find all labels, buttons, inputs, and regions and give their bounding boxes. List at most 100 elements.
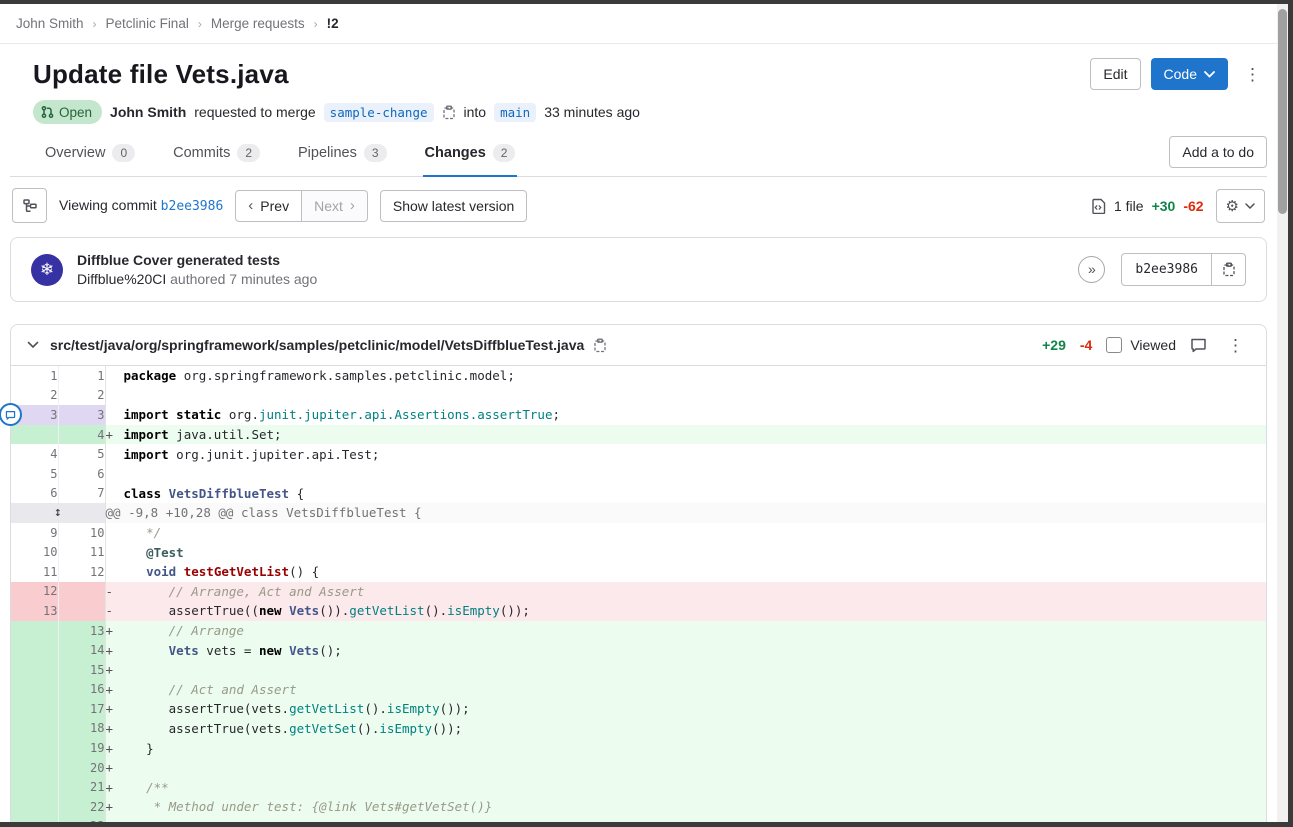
collapse-commit-button[interactable]: » — [1078, 256, 1105, 283]
old-line-number[interactable]: 3 — [11, 405, 58, 425]
diff-row: 6 7 class VetsDiffblueTest { — [11, 484, 1266, 504]
tab-label: Commits — [173, 145, 230, 161]
new-line-number[interactable]: 13 — [58, 621, 105, 641]
old-line-number[interactable] — [11, 758, 58, 778]
code-line: + // Act and Assert — [105, 680, 1266, 700]
old-line-number[interactable] — [11, 738, 58, 758]
commit-sha: b2ee3986 — [1121, 253, 1212, 286]
new-line-number[interactable]: 20 — [58, 758, 105, 778]
copy-branch-icon[interactable] — [442, 105, 456, 120]
breadcrumb-item[interactable]: !2 — [327, 16, 339, 31]
new-line-number[interactable]: 14 — [58, 640, 105, 660]
tab-overview[interactable]: Overview 0 — [43, 130, 137, 177]
tab-commits[interactable]: Commits 2 — [171, 130, 262, 177]
old-line-number[interactable]: 5 — [11, 464, 58, 484]
new-line-number[interactable]: 4 — [58, 425, 105, 445]
new-line-number[interactable]: 19 — [58, 738, 105, 758]
new-line-number[interactable]: 15 — [58, 660, 105, 680]
diff-settings-button[interactable]: ⚙ — [1216, 189, 1265, 223]
new-line-number[interactable] — [58, 601, 105, 621]
add-todo-button[interactable]: Add a to do — [1169, 136, 1267, 168]
old-line-number[interactable]: 10 — [11, 542, 58, 562]
code-button[interactable]: Code — [1151, 58, 1228, 90]
mr-author[interactable]: John Smith — [110, 104, 186, 120]
new-line-number[interactable]: 22 — [58, 797, 105, 817]
status-badge: Open — [33, 100, 102, 124]
copy-commit-sha-button[interactable] — [1212, 253, 1246, 286]
expand-lines-button[interactable]: ↕ — [11, 503, 105, 523]
old-line-number[interactable]: 1 — [11, 366, 58, 386]
new-line-number[interactable]: 12 — [58, 562, 105, 582]
collapse-file-button[interactable] — [25, 339, 41, 351]
code-line: + /** — [105, 777, 1266, 797]
more-actions-kebab-icon[interactable]: ⋮ — [1238, 62, 1267, 87]
code-line: */ — [105, 523, 1266, 543]
copy-icon — [593, 338, 607, 353]
file-tree-toggle-button[interactable] — [12, 188, 47, 223]
diff-row: 11 12 void testGetVetList() { — [11, 562, 1266, 582]
show-latest-version-button[interactable]: Show latest version — [380, 190, 527, 222]
new-line-number[interactable]: 11 — [58, 542, 105, 562]
code-line: + Vets vets = new Vets(); — [105, 640, 1266, 660]
breadcrumb-item[interactable]: Merge requests — [211, 16, 305, 31]
line-comment-button[interactable] — [0, 403, 22, 426]
file-path[interactable]: src/test/java/org/springframework/sample… — [50, 337, 584, 353]
old-line-number[interactable]: 12 — [11, 582, 58, 602]
new-line-number[interactable]: 6 — [58, 464, 105, 484]
old-line-number[interactable]: 13 — [11, 601, 58, 621]
commit-author[interactable]: Diffblue%20CI — [77, 271, 166, 287]
old-line-number[interactable] — [11, 777, 58, 797]
new-line-number[interactable]: 18 — [58, 719, 105, 739]
new-line-number[interactable]: 2 — [58, 386, 105, 406]
commit-title[interactable]: Diffblue Cover generated tests — [77, 252, 317, 268]
scrollbar[interactable] — [1277, 4, 1288, 822]
old-line-number[interactable]: 4 — [11, 444, 58, 464]
new-line-number[interactable]: 10 — [58, 523, 105, 543]
new-line-number[interactable]: 7 — [58, 484, 105, 504]
source-branch-chip[interactable]: sample-change — [324, 103, 434, 122]
old-line-number[interactable]: 9 — [11, 523, 58, 543]
viewing-commit-label: Viewing commit — [59, 197, 157, 213]
new-line-number[interactable]: 17 — [58, 699, 105, 719]
breadcrumb-item[interactable]: Petclinic Final — [106, 16, 189, 31]
old-line-number[interactable] — [11, 680, 58, 700]
edit-button[interactable]: Edit — [1090, 58, 1140, 90]
viewed-toggle[interactable]: Viewed — [1106, 337, 1176, 353]
next-commit-button[interactable]: Next› — [302, 190, 368, 222]
new-line-number[interactable]: 3 — [58, 405, 105, 425]
file-options-kebab-icon[interactable]: ⋮ — [1221, 333, 1250, 358]
tab-pipelines[interactable]: Pipelines 3 — [296, 130, 389, 177]
file-comment-button[interactable] — [1190, 337, 1207, 353]
tab-count-badge: 2 — [493, 144, 516, 162]
new-line-number[interactable] — [58, 582, 105, 602]
new-line-number[interactable]: 21 — [58, 777, 105, 797]
old-line-number[interactable]: 11 — [11, 562, 58, 582]
old-line-number[interactable] — [11, 425, 58, 445]
scrollbar-thumb[interactable] — [1278, 9, 1287, 214]
viewing-commit-sha-link[interactable]: b2ee3986 — [161, 199, 224, 214]
old-line-number[interactable]: 2 — [11, 386, 58, 406]
old-line-number[interactable] — [11, 660, 58, 680]
copy-file-path-button[interactable] — [593, 338, 607, 353]
viewed-checkbox[interactable] — [1106, 337, 1122, 353]
old-line-number[interactable] — [11, 797, 58, 817]
new-line-number[interactable]: 5 — [58, 444, 105, 464]
file-deletions: -4 — [1080, 337, 1092, 353]
breadcrumb-item[interactable]: John Smith — [16, 16, 84, 31]
new-line-number[interactable]: 1 — [58, 366, 105, 386]
old-line-number[interactable] — [11, 699, 58, 719]
total-additions: +30 — [1152, 198, 1176, 214]
old-line-number[interactable]: 6 — [11, 484, 58, 504]
old-line-number[interactable] — [11, 719, 58, 739]
old-line-number[interactable] — [11, 640, 58, 660]
commit-authored-text: authored 7 minutes ago — [170, 271, 317, 287]
old-line-number[interactable] — [11, 621, 58, 641]
tab-changes[interactable]: Changes 2 — [423, 130, 518, 177]
new-line-number[interactable]: 16 — [58, 680, 105, 700]
mr-tabs: Overview 0 Commits 2 Pipelines 3 Changes… — [43, 130, 517, 176]
chevron-down-icon — [1245, 203, 1255, 209]
file-icon — [1092, 198, 1106, 214]
prev-commit-button[interactable]: ‹Prev — [235, 190, 302, 222]
code-text: // Arrange, Act and Assert — [124, 584, 365, 599]
target-branch-chip[interactable]: main — [494, 103, 536, 122]
